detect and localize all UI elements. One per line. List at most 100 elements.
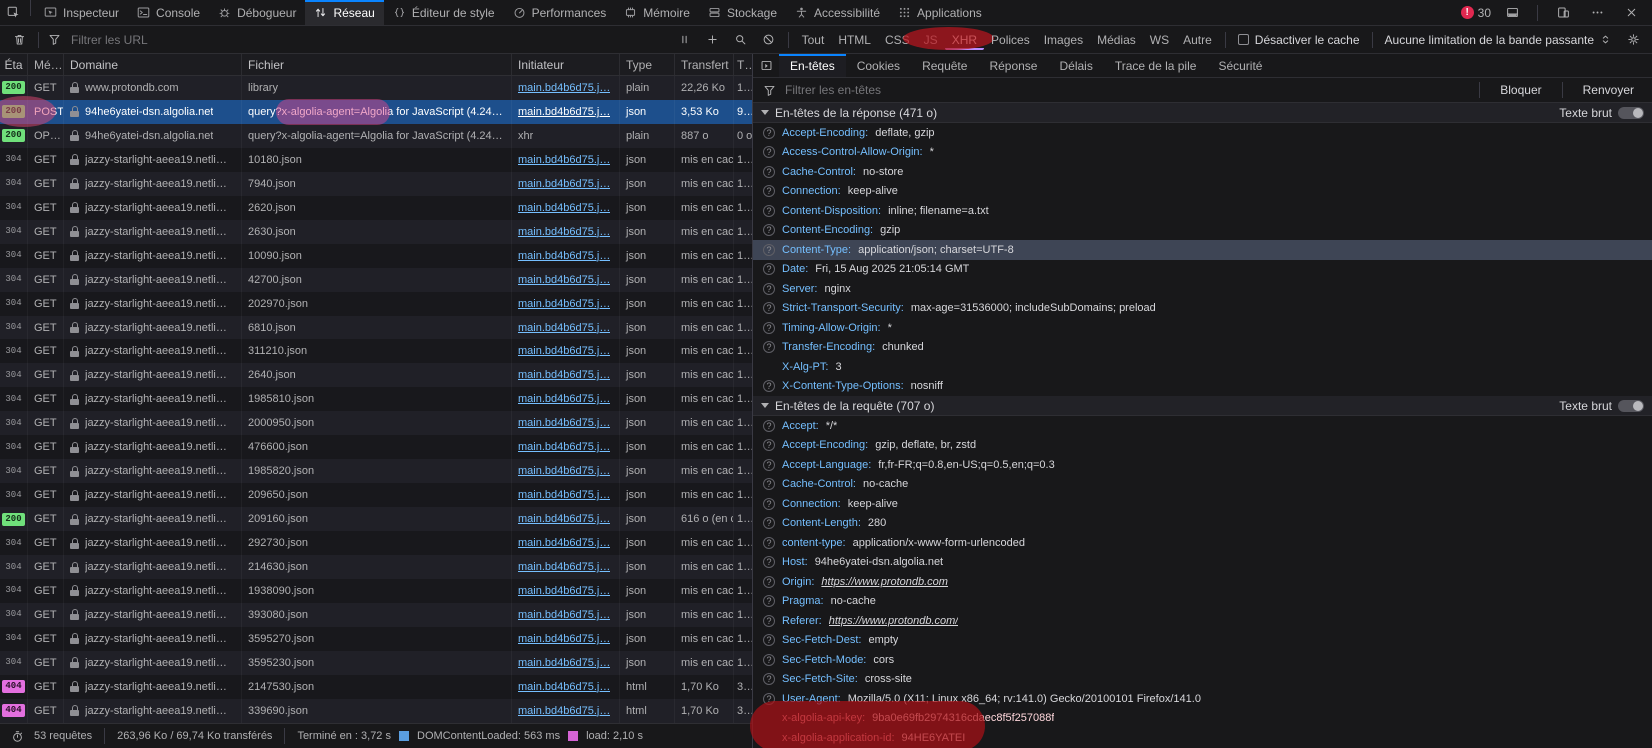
initiator-link[interactable]: main.bd4b6d75.j… (518, 465, 610, 477)
help-icon[interactable]: ? (763, 380, 775, 392)
tool-tab-reseau[interactable]: Réseau (305, 0, 383, 25)
table-row[interactable]: 304 GET jazzy-starlight-aeea19.netli… 31… (0, 339, 752, 363)
help-icon[interactable]: ? (763, 615, 775, 627)
header-row[interactable]: ? Accept-Language: fr,fr-FR;q=0.8,en-US;… (753, 455, 1652, 475)
raw-toggle[interactable] (1618, 107, 1644, 119)
header-row[interactable]: ? Accept-Encoding: gzip, deflate, br, zs… (753, 436, 1652, 456)
header-row[interactable]: ? User-Agent: Mozilla/5.0 (X11; Linux x8… (753, 689, 1652, 709)
header-row[interactable]: ? Connection: keep-alive (753, 182, 1652, 202)
help-icon[interactable]: ? (763, 185, 775, 197)
sidebar-toggle-icon[interactable] (753, 54, 779, 77)
initiator-link[interactable]: main.bd4b6d75.j… (518, 202, 610, 214)
help-icon[interactable]: ? (763, 420, 775, 432)
column-header-6[interactable]: Transfert (675, 54, 734, 75)
response-headers-section-header[interactable]: En-têtes de la réponse (471 o) Texte bru… (753, 103, 1652, 123)
initiator-link[interactable]: main.bd4b6d75.j… (518, 106, 610, 118)
initiator-link[interactable]: main.bd4b6d75.j… (518, 154, 610, 166)
table-row[interactable]: 304 GET jazzy-starlight-aeea19.netli… 20… (0, 483, 752, 507)
url-filter-box[interactable] (45, 32, 670, 48)
help-icon[interactable]: ? (763, 283, 775, 295)
help-icon[interactable]: ? (763, 498, 775, 510)
help-icon[interactable]: ? (763, 693, 775, 705)
table-row[interactable]: 304 GET jazzy-starlight-aeea19.netli… 26… (0, 196, 752, 220)
initiator-link[interactable]: main.bd4b6d75.j… (518, 537, 610, 549)
table-row[interactable]: 304 GET jazzy-starlight-aeea19.netli… 47… (0, 435, 752, 459)
type-filter-xhr[interactable]: XHR (945, 30, 984, 50)
header-row[interactable]: ? Content-Encoding: gzip (753, 221, 1652, 241)
type-filter-polices[interactable]: Polices (984, 30, 1037, 50)
initiator-link[interactable]: main.bd4b6d75.j… (518, 489, 610, 501)
help-icon[interactable]: ? (763, 322, 775, 334)
header-row[interactable]: ? Host: 94he6yatei-dsn.algolia.net (753, 553, 1652, 573)
header-value[interactable]: https://www.protondb.com (821, 576, 948, 588)
column-header-5[interactable]: Type (620, 54, 675, 75)
table-row[interactable]: 200 GET www.protondb.com library main.bd… (0, 76, 752, 100)
new-request-icon[interactable] (700, 33, 726, 46)
help-icon[interactable]: ? (763, 459, 775, 471)
tool-tab-memoire[interactable]: Mémoire (615, 0, 699, 25)
header-row[interactable]: ? Strict-Transport-Security: max-age=315… (753, 299, 1652, 319)
stopwatch-icon[interactable] (8, 730, 26, 743)
tool-tab-stockage[interactable]: Stockage (699, 0, 786, 25)
table-row[interactable]: 304 GET jazzy-starlight-aeea19.netli… 68… (0, 316, 752, 340)
help-icon[interactable]: ? (763, 517, 775, 529)
help-icon[interactable]: ? (763, 127, 775, 139)
throttling-select[interactable]: Aucune limitation de la bande passante (1379, 33, 1618, 47)
header-row[interactable]: ? x-algolia-api-key: 9ba0e69fb2974316cda… (753, 709, 1652, 729)
clear-requests-icon[interactable] (6, 33, 32, 46)
table-row[interactable]: 200 OP… 94he6yatei-dsn.algolia.net query… (0, 124, 752, 148)
header-row[interactable]: ? Origin: https://www.protondb.com (753, 572, 1652, 592)
type-filter-images[interactable]: Images (1037, 30, 1090, 50)
block-icon[interactable] (756, 33, 782, 46)
type-filter-js[interactable]: JS (917, 30, 945, 50)
gear-icon[interactable] (1620, 33, 1646, 46)
help-icon[interactable]: ? (763, 166, 775, 178)
initiator-link[interactable]: main.bd4b6d75.j… (518, 657, 610, 669)
initiator-link[interactable]: main.bd4b6d75.j… (518, 369, 610, 381)
initiator-link[interactable]: main.bd4b6d75.j… (518, 513, 610, 525)
initiator-link[interactable]: main.bd4b6d75.j… (518, 226, 610, 238)
table-row[interactable]: 304 GET jazzy-starlight-aeea19.netli… 35… (0, 627, 752, 651)
table-row[interactable]: 304 GET jazzy-starlight-aeea19.netli… 10… (0, 244, 752, 268)
header-row[interactable]: ? Transfer-Encoding: chunked (753, 338, 1652, 358)
table-row[interactable]: 404 GET jazzy-starlight-aeea19.netli… 21… (0, 675, 752, 699)
column-header-2[interactable]: Domaine (64, 54, 242, 75)
detail-tab-d-lais[interactable]: Délais (1048, 54, 1103, 77)
initiator-link[interactable]: main.bd4b6d75.j… (518, 681, 610, 693)
dock-side-icon[interactable] (1499, 6, 1525, 19)
url-filter-input[interactable] (69, 32, 670, 48)
initiator-link[interactable]: main.bd4b6d75.j… (518, 705, 610, 717)
initiator-link[interactable]: main.bd4b6d75.j… (518, 441, 610, 453)
table-row[interactable]: 304 GET jazzy-starlight-aeea19.netli… 42… (0, 268, 752, 292)
help-icon[interactable]: ? (763, 556, 775, 568)
tool-tab-applications[interactable]: Applications (889, 0, 991, 25)
tool-tab-performances[interactable]: Performances (504, 0, 616, 25)
help-icon[interactable]: ? (763, 341, 775, 353)
header-row[interactable]: ? Sec-Fetch-Mode: cors (753, 650, 1652, 670)
table-row[interactable]: 304 GET jazzy-starlight-aeea19.netli… 35… (0, 651, 752, 675)
help-icon[interactable]: ? (763, 576, 775, 588)
header-row[interactable]: ? Content-Length: 280 (753, 514, 1652, 534)
type-filter-css[interactable]: CSS (878, 30, 917, 50)
disable-cache-group[interactable]: Désactiver le cache (1232, 33, 1366, 47)
table-row[interactable]: 200 GET jazzy-starlight-aeea19.netli… 20… (0, 507, 752, 531)
header-row[interactable]: ? Server: nginx (753, 279, 1652, 299)
table-row[interactable]: 304 GET jazzy-starlight-aeea19.netli… 19… (0, 579, 752, 603)
error-badge[interactable]: ! 30 (1461, 6, 1491, 20)
type-filter-médias[interactable]: Médias (1090, 30, 1143, 50)
detail-tab-requ-te[interactable]: Requête (911, 54, 978, 77)
help-icon[interactable]: ? (763, 595, 775, 607)
header-row[interactable]: ? x-algolia-application-id: 94HE6YATEI (753, 728, 1652, 748)
initiator-link[interactable]: main.bd4b6d75.j… (518, 609, 610, 621)
header-row[interactable]: ? Cache-Control: no-store (753, 162, 1652, 182)
table-row[interactable]: 304 GET jazzy-starlight-aeea19.netli… 26… (0, 220, 752, 244)
column-header-3[interactable]: Fichier (242, 54, 512, 75)
header-row[interactable]: ? Content-Disposition: inline; filename=… (753, 201, 1652, 221)
column-header-0[interactable]: Éta (0, 54, 28, 75)
resend-button[interactable]: Renvoyer (1573, 83, 1644, 97)
table-row[interactable]: 304 GET jazzy-starlight-aeea19.netli… 19… (0, 459, 752, 483)
help-icon[interactable]: ? (763, 439, 775, 451)
initiator-link[interactable]: main.bd4b6d75.j… (518, 417, 610, 429)
header-row[interactable]: ? Sec-Fetch-Site: cross-site (753, 670, 1652, 690)
header-row[interactable]: ? Access-Control-Allow-Origin: * (753, 143, 1652, 163)
